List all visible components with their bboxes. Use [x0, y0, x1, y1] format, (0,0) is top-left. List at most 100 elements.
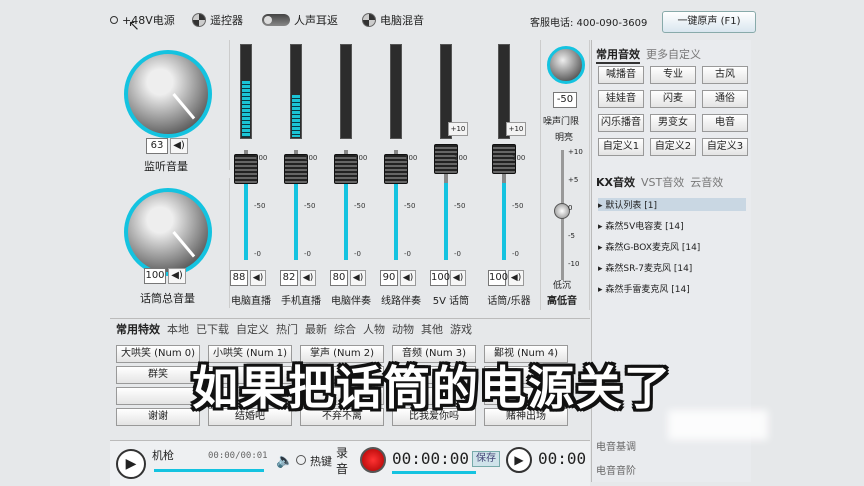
- effects-category-tab[interactable]: 本地: [167, 321, 189, 337]
- speaker-icon[interactable]: ◀): [300, 270, 316, 286]
- track-progress[interactable]: [154, 469, 264, 472]
- video-subtitle: 如果把话筒的电源关了: [192, 361, 672, 415]
- preset-list-item[interactable]: ▸ 默认列表 [1]: [598, 198, 746, 211]
- scale-tick: -50: [512, 202, 524, 210]
- speaker-icon[interactable]: ◀): [250, 270, 266, 286]
- scale-tick: -0: [354, 250, 361, 258]
- speaker-icon[interactable]: ◀): [168, 268, 186, 284]
- preset-label: 森然手雷麦克风 [14]: [605, 285, 690, 295]
- effect-button[interactable]: 专业: [650, 66, 696, 84]
- boost-button[interactable]: +10: [506, 122, 526, 136]
- fader-fill: [244, 183, 248, 260]
- speaker-icon[interactable]: ◀): [350, 270, 366, 286]
- fader-scale: 100 -50 -0: [354, 154, 374, 264]
- noise-gate-knob[interactable]: [547, 46, 585, 84]
- eq-tick: +5: [568, 176, 579, 184]
- fader-scale: 100 -50 -0: [254, 154, 274, 264]
- preset-list-item[interactable]: ▸ 森然SR-7麦克风 [14]: [598, 261, 692, 274]
- fader-fill: [502, 183, 506, 260]
- speaker-icon[interactable]: ◀): [508, 270, 524, 286]
- effect-button[interactable]: 电音: [702, 114, 748, 132]
- effect-button[interactable]: 闪麦: [650, 90, 696, 108]
- eq-tick: 0: [568, 204, 573, 212]
- channel-label: 5V 话筒: [432, 296, 470, 307]
- sound-card-console: +48V电源 遥控器 人声耳返 电脑混音 客服电话: 400-090-3609 …: [0, 0, 864, 486]
- effects-category-tabs: 常用特效 本地 已下载 自定义 热门 最新 综合 人物 动物 其他 游戏: [116, 321, 472, 337]
- effect-button[interactable]: 喊播音: [598, 66, 644, 84]
- one-click-original-button[interactable]: 一键原声 (F1): [662, 11, 756, 33]
- preset-list-item[interactable]: ▸ 森然手雷麦克风 [14]: [598, 282, 690, 295]
- effects-category-tab[interactable]: 最新: [305, 321, 327, 337]
- fader-fill: [344, 183, 348, 260]
- radio-icon: [110, 16, 118, 24]
- monitor-volume-knob[interactable]: [124, 50, 212, 138]
- level-meter: [290, 44, 302, 139]
- speaker-icon[interactable]: ◀): [400, 270, 416, 286]
- speaker-icon[interactable]: ◀): [450, 270, 466, 286]
- effects-category-tab[interactable]: 已下载: [196, 321, 229, 337]
- tab-cloud[interactable]: 云音效: [690, 174, 723, 190]
- effect-button[interactable]: 娃娃音: [598, 90, 644, 108]
- noise-gate-label: 噪声门限: [543, 117, 580, 127]
- effect-button[interactable]: 古风: [702, 66, 748, 84]
- scale-tick: -0: [254, 250, 261, 258]
- eq-bottom-label: 低沉: [553, 281, 572, 291]
- remote-toggle[interactable]: 遥控器: [192, 12, 243, 28]
- master-volume-knob[interactable]: [124, 188, 212, 276]
- volume-icon[interactable]: 🔈: [276, 453, 293, 469]
- play-record-button[interactable]: ▶: [506, 447, 532, 473]
- scale-tick: -0: [304, 250, 311, 258]
- master-volume-label: 话筒总音量: [140, 292, 195, 305]
- hotline-text: 客服电话: 400-090-3609: [530, 18, 648, 29]
- effects-category-tab[interactable]: 其他: [421, 321, 443, 337]
- effect-button[interactable]: 自定义1: [598, 138, 644, 156]
- tab-kx[interactable]: KX音效: [596, 174, 635, 190]
- boost-button[interactable]: +10: [448, 122, 468, 136]
- effects-category-tab[interactable]: 自定义: [236, 321, 269, 337]
- scale-tick: -50: [454, 202, 466, 210]
- speaker-icon[interactable]: ◀): [170, 138, 188, 154]
- player-bar: ▶ 机枪 00:00/00:01 🔈 热键 录音 00:00:00 保存 ▶ 0…: [110, 440, 590, 486]
- channel-strip: 100 -50 -0 90 ◀) 线路伴奏: [376, 40, 426, 307]
- save-button[interactable]: 保存: [472, 451, 500, 467]
- effects-category-tab[interactable]: 游戏: [450, 321, 472, 337]
- field-electro-key-label: 电音基调: [596, 442, 636, 453]
- channel-strip: 100 -50 -0 82 ◀) 手机直播: [276, 40, 326, 307]
- effects-category-tab[interactable]: 人物: [363, 321, 385, 337]
- effects-category-tab[interactable]: 常用特效: [116, 321, 160, 337]
- eq-tick: +10: [568, 148, 583, 156]
- tab-common-effects[interactable]: 常用音效: [596, 46, 640, 64]
- track-name: 机枪: [152, 449, 174, 462]
- preset-list-item[interactable]: ▸ 森然G-BOX麦克风 [14]: [598, 240, 700, 253]
- scale-tick: 100: [404, 154, 418, 162]
- effects-category-tab[interactable]: 综合: [334, 321, 356, 337]
- play-button[interactable]: ▶: [116, 449, 146, 479]
- preset-list-item[interactable]: ▸ 森然5V电容麦 [14]: [598, 219, 684, 232]
- effects-category-tab[interactable]: 热门: [276, 321, 298, 337]
- effect-button[interactable]: 自定义3: [702, 138, 748, 156]
- channel-value: 100: [430, 270, 450, 286]
- hotkey-radio[interactable]: [296, 455, 306, 465]
- phantom-power-toggle[interactable]: +48V电源: [110, 12, 175, 28]
- vocal-return-label: 人声耳返: [294, 14, 338, 27]
- scale-tick: 100: [512, 154, 526, 162]
- hotkey-label: 热键: [310, 455, 332, 468]
- vocal-return-toggle[interactable]: 人声耳返: [262, 12, 338, 28]
- master-volume-panel: 100 ◀) 话筒总音量: [110, 178, 230, 308]
- channel-value: 88: [230, 270, 248, 286]
- channel-value: 100: [488, 270, 508, 286]
- effect-button[interactable]: 自定义2: [650, 138, 696, 156]
- field-electro-scale-label: 电音音阶: [596, 466, 636, 477]
- master-volume-value: 100: [144, 268, 166, 284]
- effect-button[interactable]: 男变女: [650, 114, 696, 132]
- effects-category-tab[interactable]: 动物: [392, 321, 414, 337]
- record-button[interactable]: [360, 447, 386, 473]
- level-meter-fill: [242, 81, 250, 137]
- effect-button[interactable]: 通俗: [702, 90, 748, 108]
- eq-tick: -5: [568, 232, 575, 240]
- tab-vst[interactable]: VST音效: [641, 174, 684, 190]
- noise-gate-value: -50: [553, 92, 577, 108]
- effect-button[interactable]: 闪乐播音: [598, 114, 644, 132]
- tab-more-custom[interactable]: 更多自定义: [646, 46, 701, 64]
- pc-mix-toggle[interactable]: 电脑混音: [362, 12, 424, 28]
